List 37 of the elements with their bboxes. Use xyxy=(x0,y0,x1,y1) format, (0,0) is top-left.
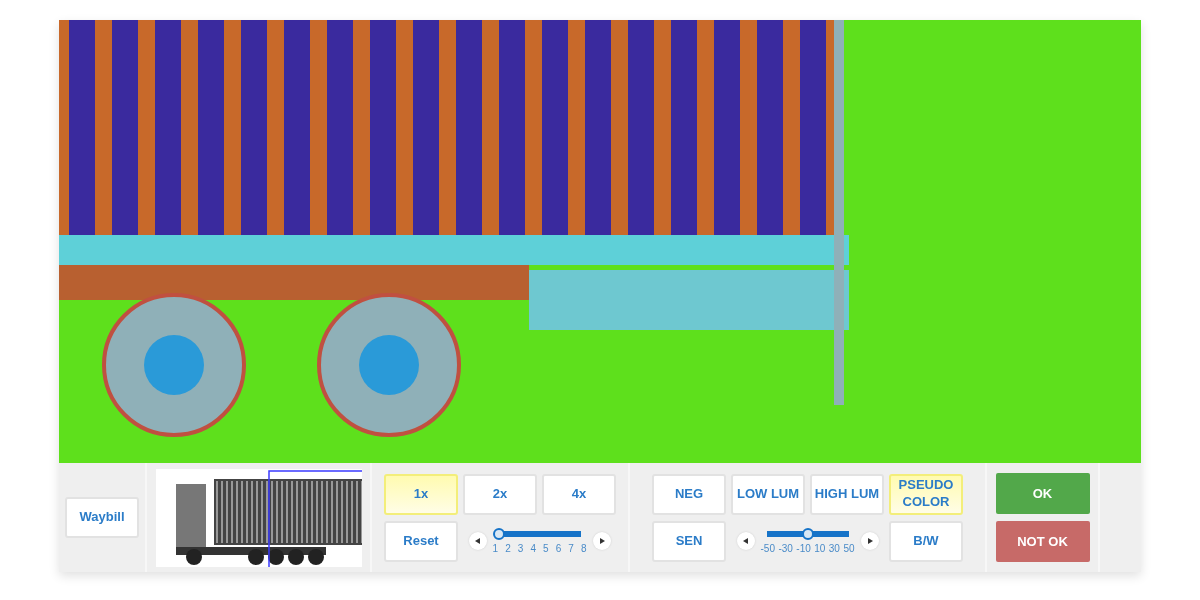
left-arrow-button[interactable] xyxy=(468,532,487,550)
slider-tick-label: -30 xyxy=(778,543,793,554)
sen-button[interactable]: SEN xyxy=(652,520,726,562)
bw-button[interactable]: B/W xyxy=(889,520,963,562)
right-triangle-icon xyxy=(866,538,873,544)
slider-tick-label: 30 xyxy=(828,543,840,554)
not-ok-button[interactable]: NOT OK xyxy=(995,521,1090,562)
slider-thumb[interactable] xyxy=(801,528,814,540)
right-arrow-button[interactable] xyxy=(592,532,611,550)
slider-tick-label: 4 xyxy=(530,543,536,554)
right-triangle-icon xyxy=(598,538,605,544)
slider-tick-label: 2 xyxy=(505,543,511,554)
image-mode-button[interactable]: PSEUDO COLOR xyxy=(889,473,963,515)
slider-tick-label: 1 xyxy=(492,543,499,554)
slider-tick-label: 8 xyxy=(580,543,587,554)
zoom-button[interactable]: 1x xyxy=(384,473,458,515)
zoom-button[interactable]: 4x xyxy=(542,473,616,515)
waybill-button[interactable]: Waybill xyxy=(65,497,139,538)
slider-tick-label: 6 xyxy=(555,543,562,554)
left-triangle-icon xyxy=(474,538,481,544)
slider-tick-label: 10 xyxy=(814,543,826,554)
ok-button[interactable]: OK xyxy=(995,473,1090,514)
left-triangle-icon xyxy=(742,538,749,544)
reset-button[interactable]: Reset xyxy=(384,520,458,562)
slider-tick-label: 5 xyxy=(543,543,549,554)
slider-tick-label: -50 xyxy=(760,543,775,554)
image-mode-button[interactable]: NEG xyxy=(652,473,726,515)
image-mode-button[interactable]: HIGH LUM xyxy=(810,473,884,515)
slider-tick-label: 50 xyxy=(843,543,855,554)
slider-tick-label: 3 xyxy=(517,543,524,554)
slider-tick-label: -10 xyxy=(796,543,811,554)
slider-thumb[interactable] xyxy=(492,528,505,540)
slider-tick-label: 7 xyxy=(568,543,574,554)
image-mode-button[interactable]: LOW LUM xyxy=(731,473,805,515)
left-arrow-button[interactable] xyxy=(736,532,755,550)
zoom-button[interactable]: 2x xyxy=(463,473,537,515)
right-arrow-button[interactable] xyxy=(860,532,879,550)
